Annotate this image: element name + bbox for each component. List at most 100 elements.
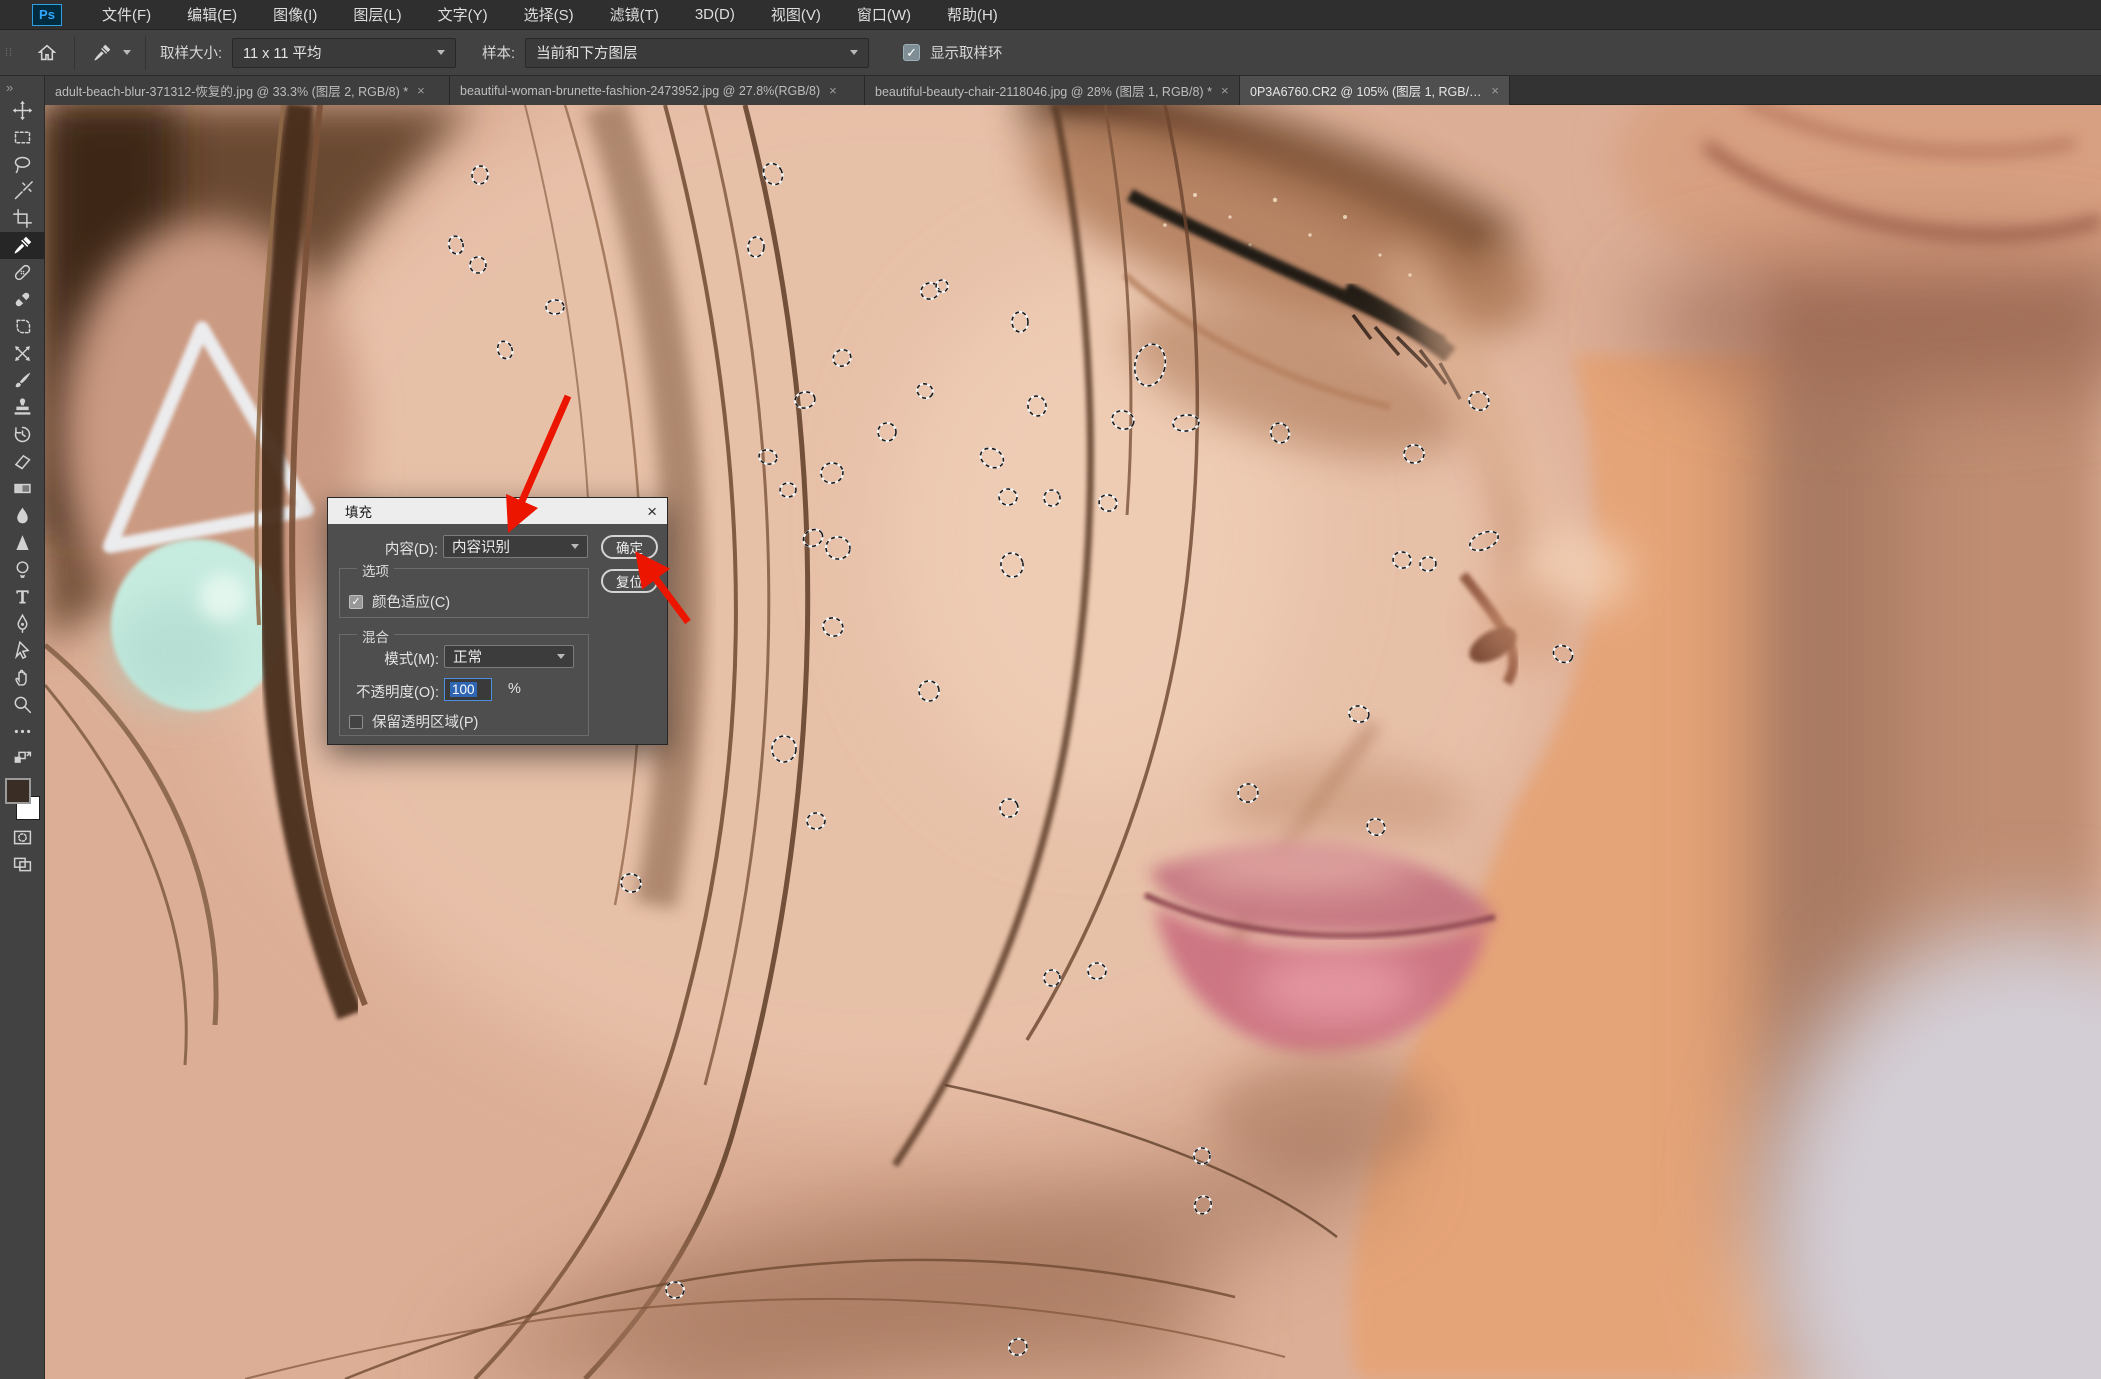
- tab-close-icon[interactable]: ×: [1221, 83, 1229, 98]
- color-adaptation-label: 颜色适应(C): [372, 591, 450, 612]
- tool-bar: »: [0, 76, 45, 1379]
- quick-selection-tool[interactable]: [0, 178, 45, 205]
- fill-dialog: 填充 × 内容(D): 内容识别 确定 复位 选项 ✓ 颜色适应(C) 混合 模…: [327, 497, 668, 745]
- pen-icon: [12, 613, 33, 634]
- content-dropdown[interactable]: 内容识别: [443, 535, 588, 558]
- menu-item-8[interactable]: 视图(V): [753, 0, 839, 30]
- content-label: 内容(D):: [385, 538, 438, 559]
- fill-dialog-title: 填充: [345, 501, 372, 521]
- menu-item-1[interactable]: 编辑(E): [169, 0, 255, 30]
- menu-item-4[interactable]: 文字(Y): [420, 0, 506, 30]
- gradient-tool[interactable]: [0, 475, 45, 502]
- tool-options-bar: ⁞⁞ 取样大小: 11 x 11 平均 样本: 当前和下方图层 ✓ 显示取样环: [0, 30, 2101, 76]
- reset-button[interactable]: 复位: [601, 569, 658, 593]
- contentmove-icon: [12, 343, 33, 364]
- marquee-icon: [12, 127, 33, 148]
- show-sampling-ring-label: 显示取样环: [930, 42, 1003, 63]
- history-brush-tool[interactable]: [0, 421, 45, 448]
- eyedropper-preset-icon[interactable]: [89, 40, 115, 66]
- document-tab-label: beautiful-beauty-chair-2118046.jpg @ 28%…: [875, 81, 1212, 100]
- eyedropper-preset-caret[interactable]: [123, 50, 131, 55]
- document-tab-label: adult-beach-blur-371312-恢复的.jpg @ 33.3% …: [55, 81, 408, 100]
- menu-item-7[interactable]: 3D(D): [677, 0, 753, 30]
- tab-close-icon[interactable]: ×: [1491, 83, 1499, 98]
- options-grip: ⁞⁞: [0, 47, 18, 59]
- marquee-tool[interactable]: [0, 124, 45, 151]
- content-aware-move-tool[interactable]: [0, 340, 45, 367]
- move-tool[interactable]: [0, 97, 45, 124]
- arrow-icon: [12, 640, 33, 661]
- eraser-tool[interactable]: [0, 448, 45, 475]
- menu-item-5[interactable]: 选择(S): [506, 0, 592, 30]
- document-tab-0[interactable]: adult-beach-blur-371312-恢复的.jpg @ 33.3% …: [45, 76, 450, 105]
- blur-icon: [12, 505, 33, 526]
- document-tab-bar: adult-beach-blur-371312-恢复的.jpg @ 33.3% …: [45, 76, 2101, 105]
- blur-tool[interactable]: [0, 502, 45, 529]
- menu-item-10[interactable]: 帮助(H): [929, 0, 1016, 30]
- sample-label: 样本:: [482, 42, 515, 63]
- tab-close-icon[interactable]: ×: [417, 83, 425, 98]
- menu-item-2[interactable]: 图像(I): [255, 0, 335, 30]
- patch-icon: [12, 316, 33, 337]
- brush-icon: [12, 370, 33, 391]
- fill-dialog-titlebar[interactable]: 填充 ×: [328, 498, 667, 524]
- foreground-color-swatch[interactable]: [5, 778, 31, 804]
- tab-close-icon[interactable]: ×: [829, 83, 837, 98]
- swap-colors[interactable]: [0, 745, 45, 772]
- bandaid-icon: [12, 262, 33, 283]
- miniswap-icon: [12, 748, 33, 769]
- sample-layers-dropdown[interactable]: 当前和下方图层: [525, 38, 869, 68]
- sample-size-dropdown[interactable]: 11 x 11 平均: [232, 38, 456, 68]
- menu-item-0[interactable]: 文件(F): [84, 0, 169, 30]
- crop-tool[interactable]: [0, 205, 45, 232]
- lasso-tool[interactable]: [0, 151, 45, 178]
- blending-group: 混合 模式(M): 正常 不透明度(O): 100 % ✓ 保留透明区域(P): [339, 634, 589, 736]
- preserve-transparency-label: 保留透明区域(P): [372, 711, 478, 732]
- move-icon: [12, 100, 33, 121]
- dodge-tool[interactable]: [0, 556, 45, 583]
- healing-brush-tool[interactable]: [0, 286, 45, 313]
- opacity-input[interactable]: 100: [444, 678, 492, 701]
- quickmask-icon: [12, 827, 33, 848]
- path-selection-tool[interactable]: [0, 637, 45, 664]
- eyedropper-icon: [12, 235, 33, 256]
- document-tab-3[interactable]: 0P3A6760.CR2 @ 105% (图层 1, RGB/8*) * ×: [1240, 76, 1510, 105]
- eyedropper-tool[interactable]: [0, 232, 45, 259]
- hand-tool[interactable]: [0, 664, 45, 691]
- gradient-icon: [12, 478, 33, 499]
- home-icon[interactable]: [34, 40, 60, 66]
- quick-mask[interactable]: [0, 824, 45, 851]
- show-sampling-ring-checkbox[interactable]: ✓: [903, 44, 920, 61]
- edit-toolbar[interactable]: [0, 718, 45, 745]
- pen-tool[interactable]: [0, 610, 45, 637]
- color-swatches: [0, 776, 45, 824]
- preserve-transparency-checkbox[interactable]: ✓: [349, 715, 363, 729]
- menu-item-9[interactable]: 窗口(W): [839, 0, 929, 30]
- type-tool[interactable]: [0, 583, 45, 610]
- document-tab-1[interactable]: beautiful-woman-brunette-fashion-2473952…: [450, 76, 865, 105]
- brush-tool[interactable]: [0, 367, 45, 394]
- mode-dropdown[interactable]: 正常: [444, 645, 574, 668]
- document-tab-label: 0P3A6760.CR2 @ 105% (图层 1, RGB/8*) *: [1250, 81, 1482, 100]
- color-adaptation-checkbox[interactable]: ✓: [349, 595, 363, 609]
- quickselect-icon: [12, 181, 33, 202]
- ok-button[interactable]: 确定: [601, 535, 658, 559]
- menu-item-6[interactable]: 滤镜(T): [592, 0, 677, 30]
- zoom-tool[interactable]: [0, 691, 45, 718]
- screen-mode[interactable]: [0, 851, 45, 878]
- photoshop-window: Ps 文件(F)编辑(E)图像(I)图层(L)文字(Y)选择(S)滤镜(T)3D…: [0, 0, 2101, 1379]
- sharpen-tool[interactable]: [0, 529, 45, 556]
- type-icon: [12, 586, 33, 607]
- hand-icon: [12, 667, 33, 688]
- sharpen-icon: [12, 532, 33, 553]
- spot-healing-brush-tool[interactable]: [0, 259, 45, 286]
- zoom-icon: [12, 694, 33, 715]
- close-icon[interactable]: ×: [647, 503, 657, 520]
- toolbar-expander[interactable]: »: [0, 76, 44, 97]
- patch-tool[interactable]: [0, 313, 45, 340]
- clone-stamp-tool[interactable]: [0, 394, 45, 421]
- photoshop-logo-icon: Ps: [32, 4, 62, 26]
- menu-item-3[interactable]: 图层(L): [335, 0, 419, 30]
- mode-label: 模式(M):: [384, 648, 439, 669]
- document-tab-2[interactable]: beautiful-beauty-chair-2118046.jpg @ 28%…: [865, 76, 1240, 105]
